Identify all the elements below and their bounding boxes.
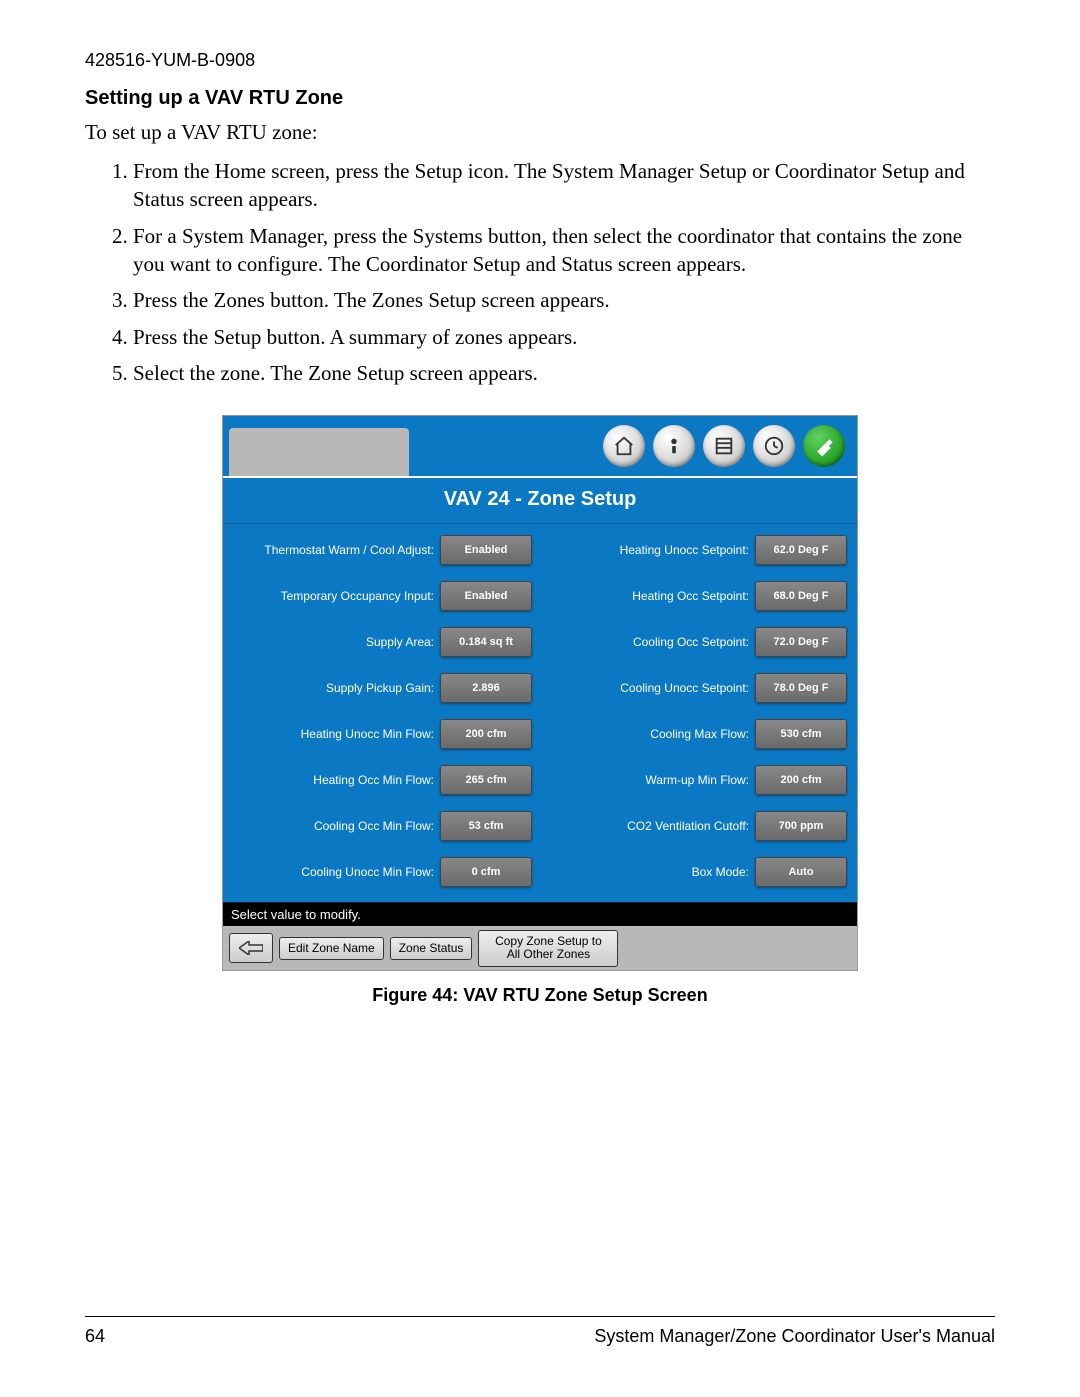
cool-unocc-min-value[interactable]: 0 cfm <box>440 857 532 887</box>
steps-list: From the Home screen, press the Setup ic… <box>85 157 995 387</box>
thermostat-adjust-label: Thermostat Warm / Cool Adjust: <box>227 543 434 557</box>
box-mode-label: Box Mode: <box>542 865 749 879</box>
heat-occ-sp-value[interactable]: 68.0 Deg F <box>755 581 847 611</box>
supply-pickup-label: Supply Pickup Gain: <box>227 681 434 695</box>
heat-unocc-sp-label: Heating Unocc Setpoint: <box>542 543 749 557</box>
footer-rule <box>85 1316 995 1317</box>
select-prompt: Select value to modify. <box>223 902 857 926</box>
cool-unocc-min-label: Cooling Unocc Min Flow: <box>227 865 434 879</box>
temp-occ-input-row: Temporary Occupancy Input: Enabled <box>227 576 532 616</box>
zone-body: Thermostat Warm / Cool Adjust: Enabled T… <box>223 524 857 902</box>
heat-unocc-min-label: Heating Unocc Min Flow: <box>227 727 434 741</box>
top-toolbar <box>223 416 857 476</box>
cool-max-flow-value[interactable]: 530 cfm <box>755 719 847 749</box>
step-3: Press the Zones button. The Zones Setup … <box>133 286 995 314</box>
page-number: 64 <box>85 1326 105 1347</box>
cool-occ-min-label: Cooling Occ Min Flow: <box>227 819 434 833</box>
heat-occ-sp-row: Heating Occ Setpoint: 68.0 Deg F <box>542 576 847 616</box>
page-footer: 64 System Manager/Zone Coordinator User'… <box>85 1326 995 1347</box>
intro-text: To set up a VAV RTU zone: <box>85 120 995 145</box>
cool-occ-sp-value[interactable]: 72.0 Deg F <box>755 627 847 657</box>
bottom-toolbar: Edit Zone Name Zone Status Copy Zone Set… <box>223 926 857 970</box>
cool-max-flow-row: Cooling Max Flow: 530 cfm <box>542 714 847 754</box>
supply-area-value[interactable]: 0.184 sq ft <box>440 627 532 657</box>
left-column: Thermostat Warm / Cool Adjust: Enabled T… <box>227 530 532 898</box>
right-column: Heating Unocc Setpoint: 62.0 Deg F Heati… <box>542 530 847 898</box>
heat-unocc-sp-value[interactable]: 62.0 Deg F <box>755 535 847 565</box>
supply-area-label: Supply Area: <box>227 635 434 649</box>
step-4: Press the Setup button. A summary of zon… <box>133 323 995 351</box>
step-5: Select the zone. The Zone Setup screen a… <box>133 359 995 387</box>
thermostat-adjust-value[interactable]: Enabled <box>440 535 532 565</box>
step-2: For a System Manager, press the Systems … <box>133 222 995 279</box>
copy-zone-setup-button[interactable]: Copy Zone Setup to All Other Zones <box>478 930 618 966</box>
co2-cutoff-label: CO2 Ventilation Cutoff: <box>542 819 749 833</box>
cool-occ-sp-label: Cooling Occ Setpoint: <box>542 635 749 649</box>
cool-unocc-sp-value[interactable]: 78.0 Deg F <box>755 673 847 703</box>
clock-icon[interactable] <box>753 425 795 467</box>
cool-occ-min-row: Cooling Occ Min Flow: 53 cfm <box>227 806 532 846</box>
tab-placeholder <box>229 428 409 476</box>
co2-cutoff-row: CO2 Ventilation Cutoff: 700 ppm <box>542 806 847 846</box>
manual-title: System Manager/Zone Coordinator User's M… <box>594 1326 995 1347</box>
co2-cutoff-value[interactable]: 700 ppm <box>755 811 847 841</box>
heat-occ-min-label: Heating Occ Min Flow: <box>227 773 434 787</box>
alert-icon[interactable] <box>653 425 695 467</box>
edit-zone-name-button[interactable]: Edit Zone Name <box>279 937 384 960</box>
back-button[interactable] <box>229 933 273 963</box>
cool-occ-sp-row: Cooling Occ Setpoint: 72.0 Deg F <box>542 622 847 662</box>
box-mode-value[interactable]: Auto <box>755 857 847 887</box>
cool-max-flow-label: Cooling Max Flow: <box>542 727 749 741</box>
heat-unocc-min-row: Heating Unocc Min Flow: 200 cfm <box>227 714 532 754</box>
cool-unocc-min-row: Cooling Unocc Min Flow: 0 cfm <box>227 852 532 892</box>
heat-unocc-sp-row: Heating Unocc Setpoint: 62.0 Deg F <box>542 530 847 570</box>
box-mode-row: Box Mode: Auto <box>542 852 847 892</box>
heat-occ-sp-label: Heating Occ Setpoint: <box>542 589 749 603</box>
temp-occ-input-value[interactable]: Enabled <box>440 581 532 611</box>
supply-area-row: Supply Area: 0.184 sq ft <box>227 622 532 662</box>
temp-occ-input-label: Temporary Occupancy Input: <box>227 589 434 603</box>
zone-title: VAV 24 - Zone Setup <box>223 476 857 524</box>
zone-setup-screen: VAV 24 - Zone Setup Thermostat Warm / Co… <box>222 415 858 971</box>
thermostat-adjust-row: Thermostat Warm / Cool Adjust: Enabled <box>227 530 532 570</box>
warmup-min-row: Warm-up Min Flow: 200 cfm <box>542 760 847 800</box>
heat-unocc-min-value[interactable]: 200 cfm <box>440 719 532 749</box>
section-title: Setting up a VAV RTU Zone <box>85 87 995 110</box>
cool-unocc-sp-row: Cooling Unocc Setpoint: 78.0 Deg F <box>542 668 847 708</box>
warmup-min-value[interactable]: 200 cfm <box>755 765 847 795</box>
supply-pickup-row: Supply Pickup Gain: 2.896 <box>227 668 532 708</box>
home-icon[interactable] <box>603 425 645 467</box>
heat-occ-min-row: Heating Occ Min Flow: 265 cfm <box>227 760 532 800</box>
supply-pickup-value[interactable]: 2.896 <box>440 673 532 703</box>
document-header: 428516-YUM-B-0908 <box>85 50 995 71</box>
cool-unocc-sp-label: Cooling Unocc Setpoint: <box>542 681 749 695</box>
setup-icon[interactable] <box>803 425 845 467</box>
figure-caption: Figure 44: VAV RTU Zone Setup Screen <box>85 985 995 1006</box>
cool-occ-min-value[interactable]: 53 cfm <box>440 811 532 841</box>
list-icon[interactable] <box>703 425 745 467</box>
step-1: From the Home screen, press the Setup ic… <box>133 157 995 214</box>
zone-status-button[interactable]: Zone Status <box>390 937 473 960</box>
warmup-min-label: Warm-up Min Flow: <box>542 773 749 787</box>
heat-occ-min-value[interactable]: 265 cfm <box>440 765 532 795</box>
